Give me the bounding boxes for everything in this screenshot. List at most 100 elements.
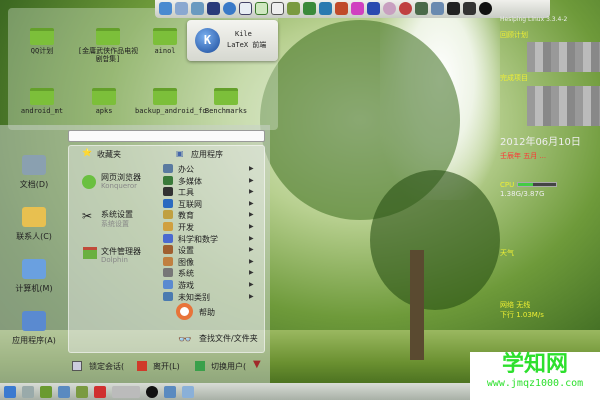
help-label: 帮助 [199, 308, 215, 317]
microphone-icon[interactable] [182, 385, 194, 398]
app-icon[interactable] [146, 385, 158, 398]
submenu-arrow-icon: ▶ [249, 292, 254, 300]
category-label: 开发 [163, 222, 194, 233]
category-label: 多媒体 [163, 175, 202, 187]
menu-computer-label: 计算机(M) [15, 284, 53, 293]
folder-label: ainol [154, 47, 176, 55]
r-icon[interactable] [207, 2, 220, 15]
kde-launcher-icon[interactable] [4, 385, 16, 398]
app-icon[interactable] [399, 2, 412, 15]
category-label: 互联网 [163, 198, 202, 210]
folder-label: Benchmarks [204, 107, 248, 115]
tools-icon: ✂ [82, 209, 93, 223]
documents-icon [22, 155, 46, 175]
app-icon[interactable] [351, 2, 364, 15]
submenu-arrow-icon: ▶ [249, 281, 254, 288]
folder-icon[interactable]: Benchmarks [196, 88, 256, 115]
pager[interactable] [112, 385, 140, 398]
category-icon [163, 175, 173, 185]
folder-icon[interactable]: QQ计划 [12, 28, 72, 55]
category-label: 图像 [163, 256, 194, 268]
tree-foliage [370, 170, 500, 310]
category-icon [163, 198, 173, 208]
widget-plan: 回顾计划 [500, 31, 528, 39]
browser-icon[interactable] [159, 2, 172, 15]
app-icon[interactable] [40, 385, 52, 398]
search-input[interactable] [68, 130, 265, 142]
tree-trunk [410, 250, 424, 360]
menu-applications[interactable]: 应用程序(A) [0, 311, 68, 346]
app-icon[interactable] [287, 2, 300, 15]
app-icon[interactable] [191, 2, 204, 15]
watermark: 学知网 www.jmqz1000.com [470, 352, 600, 400]
app-icon[interactable] [367, 2, 380, 15]
submenu-arrow-icon: ▶ [249, 176, 254, 184]
folder-icon[interactable]: [金庸武侠作品电视剧합集] [75, 28, 141, 63]
app-icon[interactable] [463, 2, 476, 15]
pixelated-content [527, 42, 600, 72]
app-icon[interactable] [479, 2, 492, 15]
wordpress-icon[interactable] [383, 2, 396, 15]
menu-documents[interactable]: 文档(D) [0, 155, 68, 190]
applications-icon: ▣ [176, 149, 184, 158]
cpu-bar [517, 182, 557, 187]
widget-weather: 天气 [500, 249, 514, 257]
category-icon [163, 222, 173, 231]
folder-icon[interactable]: apks [74, 88, 134, 115]
category-icon [163, 268, 173, 278]
app-icon[interactable] [22, 385, 34, 398]
switch-user-icon [195, 361, 205, 371]
app-icon[interactable] [447, 2, 460, 15]
dolphin-icon [83, 247, 97, 259]
submenu-arrow-icon: ▶ [249, 257, 254, 265]
category-label: 工具 [163, 187, 194, 198]
menu-contacts[interactable]: 联系人(C) [0, 207, 68, 242]
folder-label: backup_android_fo [135, 107, 207, 115]
app-icon[interactable] [164, 385, 176, 398]
category-label: 系统 [163, 268, 194, 279]
folder-icon[interactable]: backup_android_fo [135, 88, 207, 115]
app-icon[interactable] [303, 2, 316, 15]
widget-down: 下行 1.03M/s [500, 311, 544, 319]
folder-icon[interactable]: android_mt [12, 88, 72, 115]
app-icon[interactable] [76, 385, 88, 398]
lock-label: 锁定会话( [89, 362, 125, 371]
submenu-arrow-icon: ▶ [249, 223, 254, 230]
tooltip-title: Kile [235, 30, 252, 38]
watermark-title: 学知网 [501, 352, 568, 377]
favorite-sub: 系统设置 [101, 220, 129, 228]
category-icon [163, 256, 173, 266]
app-icon[interactable] [431, 2, 444, 15]
submenu-arrow-icon: ▶ [249, 269, 254, 277]
window-icon[interactable] [271, 2, 284, 15]
submenu-arrow-icon: ▶ [249, 211, 254, 219]
lock-icon [72, 361, 82, 371]
menu-computer[interactable]: 计算机(M) [0, 259, 68, 294]
app-icon[interactable] [175, 2, 188, 15]
contacts-icon [22, 207, 46, 227]
folder-icon[interactable]: ainol [135, 28, 195, 55]
category-icon [163, 233, 173, 243]
applications-header: 应用程序 [191, 150, 223, 159]
category-label: 教育 [163, 210, 194, 221]
clock-icon[interactable] [223, 2, 236, 15]
widget-user: Hesiping Linux 3.3.4-2 [500, 16, 568, 23]
computer-icon [22, 259, 46, 279]
widget-net: 网络 无线 [500, 301, 531, 309]
document-icon[interactable] [239, 2, 252, 15]
pin-icon[interactable]: ▼ [253, 359, 261, 370]
category-label: 办公 [163, 164, 194, 175]
submenu-arrow-icon: ▶ [249, 234, 254, 242]
app-icon[interactable] [94, 385, 106, 398]
power-icon [137, 361, 147, 371]
menu-documents-label: 文档(D) [19, 180, 49, 189]
app-icon[interactable] [319, 2, 332, 15]
category-icon [163, 245, 173, 255]
desktop-widgets: Hesiping Linux 3.3.4-2 回顾计划 完成项目 2012年06… [497, 16, 600, 383]
app-icon[interactable] [58, 385, 70, 398]
app-icon[interactable] [415, 2, 428, 15]
watermark-url: www.jmqz1000.com [486, 378, 584, 389]
category-label: 游戏 [163, 280, 194, 291]
spreadsheet-icon[interactable] [255, 2, 268, 15]
app-icon[interactable] [335, 2, 348, 15]
